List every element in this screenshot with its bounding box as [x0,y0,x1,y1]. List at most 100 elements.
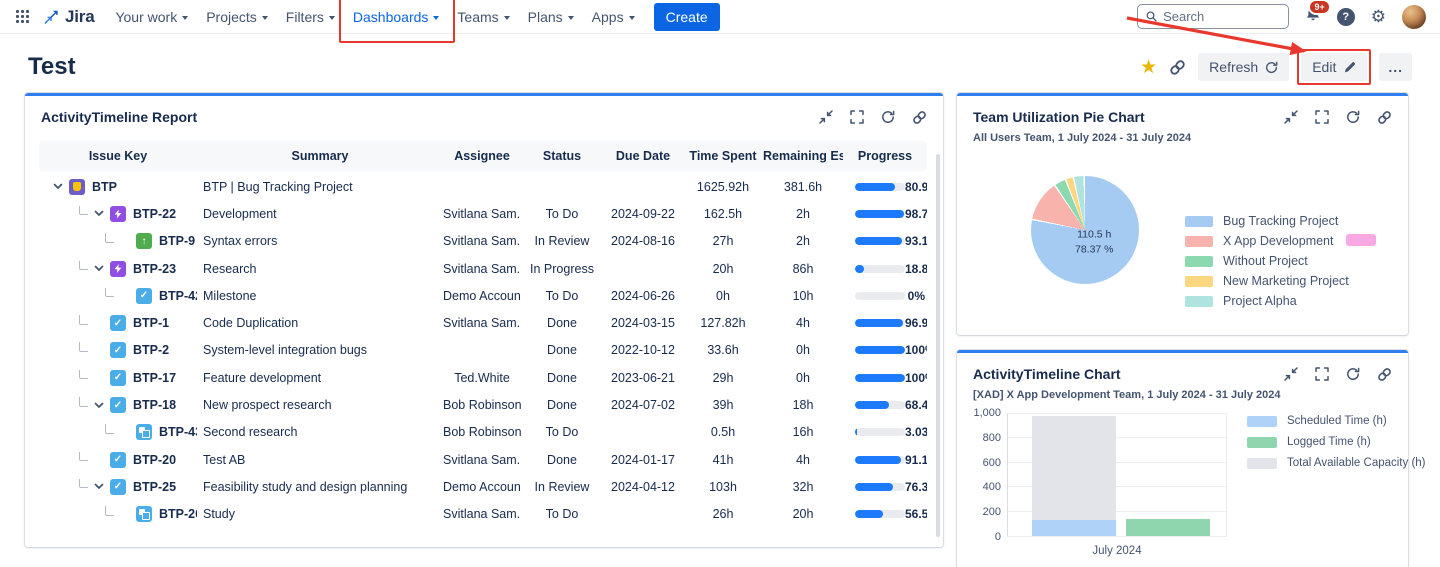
column-header-issue-key[interactable]: Issue Key [39,149,197,163]
legend-swatch [1185,296,1213,307]
issue-key[interactable]: BTP-23 [133,262,176,276]
chevron-down-icon[interactable] [94,483,104,490]
column-header-progress[interactable]: Progress [843,149,927,163]
table-row[interactable]: ✓ BTP-1 Code Duplication Svitlana Sam...… [39,309,927,336]
table-row[interactable]: BTP BTP | Bug Tracking Project 1625.92h … [39,173,927,200]
legend-item[interactable]: New Marketing Project [1185,274,1349,288]
refresh-icon[interactable] [881,110,895,124]
column-header-status[interactable]: Status [521,149,603,163]
fullscreen-icon[interactable] [1315,110,1329,124]
link-icon[interactable] [1377,367,1392,382]
issue-key[interactable]: BTP-25 [133,480,176,494]
scheduled-bar[interactable] [1032,520,1116,536]
column-header-due-date[interactable]: Due Date [603,149,683,163]
link-icon[interactable] [1377,110,1392,125]
issue-key[interactable]: BTP-9 [159,234,195,248]
column-header-assignee[interactable]: Assignee [443,149,521,163]
chevron-down-icon[interactable] [94,210,104,217]
column-header-summary[interactable]: Summary [197,149,443,163]
legend-item[interactable]: Total Available Capacity (h) [1247,457,1426,469]
edit-button[interactable]: Edit [1301,53,1367,81]
collapse-icon[interactable] [1284,110,1298,124]
issue-key[interactable]: BTP-1 [133,316,169,330]
chevron-down-icon[interactable] [94,265,104,272]
legend-item[interactable]: Scheduled Time (h) [1247,415,1426,427]
issue-key[interactable]: BTP-17 [133,371,176,385]
issue-key[interactable]: BTP [92,180,117,194]
chevron-down-icon[interactable] [53,183,63,190]
table-row[interactable]: ✓ BTP-18 New prospect research Bob Robin… [39,391,927,418]
nav-item-plans[interactable]: Plans [519,2,583,32]
more-actions-button[interactable]: ... [1379,53,1412,81]
link-icon[interactable] [912,110,927,125]
column-header-time-spent[interactable]: Time Spent [683,149,763,163]
table-row[interactable]: BTP-26 Study Svitlana Sam... To Do 26h 2… [39,501,927,528]
utilization-pie-chart[interactable]: 110.5 h 78.37 % [1031,176,1139,284]
table-row[interactable]: BTP-23 Research Svitlana Sam... In Progr… [39,255,927,282]
table-row[interactable]: ✓ BTP-25 Feasibility study and design pl… [39,473,927,500]
help-button[interactable]: ? [1337,8,1355,26]
issue-key[interactable]: BTP-43 [159,425,197,439]
progress-bar [855,319,905,327]
issue-key[interactable]: BTP-20 [133,453,176,467]
issue-key[interactable]: BTP-22 [133,207,176,221]
column-header-remaining-es-[interactable]: Remaining Es... [763,149,843,163]
logged-bar[interactable] [1126,519,1210,536]
legend-item[interactable]: Project Alpha [1185,294,1349,308]
table-row[interactable]: ✓ BTP-20 Test AB Svitlana Sam... Done 20… [39,446,927,473]
chevron-down-icon [329,16,335,20]
table-row[interactable]: ✓ BTP-42 Milestone Demo Account To Do 20… [39,282,927,309]
refresh-icon[interactable] [1346,110,1360,124]
refresh-button-label: Refresh [1209,59,1258,75]
pencil-icon [1343,61,1356,74]
refresh-icon[interactable] [1346,367,1360,381]
table-scrollbar[interactable] [936,154,940,537]
create-button[interactable]: Create [654,3,720,31]
search-box[interactable] [1137,4,1289,29]
bar-chart[interactable]: 02004006008001,000 July 2024 [965,409,1233,545]
issue-time-spent: 1625.92h [683,180,763,194]
table-row[interactable]: ✓ BTP-17 Feature development Ted.White D… [39,364,927,391]
issue-summary: Test AB [197,453,443,467]
search-input[interactable] [1163,9,1280,24]
legend-item[interactable]: X App Development [1185,234,1349,248]
issue-key[interactable]: BTP-2 [133,343,169,357]
table-row[interactable]: ✓ BTP-2 System-level integration bugs Do… [39,337,927,364]
issue-status: Done [521,453,603,467]
issue-key[interactable]: BTP-26 [159,507,197,521]
nav-item-dashboards[interactable]: Dashboards [344,2,449,32]
table-row[interactable]: ↑ BTP-9 Syntax errors Svitlana Sam... In… [39,228,927,255]
legend-item[interactable]: Without Project [1185,254,1349,268]
user-avatar[interactable] [1402,5,1426,29]
notifications-button[interactable]: 9+ [1305,6,1321,27]
subtask-icon [136,506,152,522]
capacity-bar[interactable] [1032,416,1116,536]
refresh-icon [1265,61,1278,74]
collapse-icon[interactable] [819,110,833,124]
issue-key[interactable]: BTP-18 [133,398,176,412]
nav-item-your-work[interactable]: Your work [106,2,197,32]
nav-item-filters[interactable]: Filters [277,2,344,32]
legend-item[interactable]: Logged Time (h) [1247,436,1426,448]
bar-gadget-subtitle: [XAD] X App Development Team, 1 July 202… [957,384,1408,401]
fullscreen-icon[interactable] [850,110,864,124]
y-axis-tick: 600 [965,457,1001,469]
issue-assignee: Svitlana Sam... [443,507,521,521]
favorite-star-icon[interactable]: ★ [1140,58,1157,77]
legend-item[interactable]: Bug Tracking Project [1185,214,1349,228]
fullscreen-icon[interactable] [1315,367,1329,381]
nav-item-apps[interactable]: Apps [583,2,644,32]
nav-item-teams[interactable]: Teams [448,2,518,32]
nav-item-projects[interactable]: Projects [197,2,277,32]
issue-key[interactable]: BTP-42 [159,289,197,303]
jira-logo[interactable]: ↗↗ Jira [41,7,104,27]
table-row[interactable]: BTP-43 Second research Bob Robinson To D… [39,419,927,446]
chevron-down-icon[interactable] [94,402,104,409]
settings-gear-icon[interactable]: ⚙ [1371,8,1386,25]
progress-value: 56.52% [905,507,927,521]
table-row[interactable]: BTP-22 Development Svitlana Sam... To Do… [39,200,927,227]
app-switcher-icon[interactable] [10,4,35,29]
refresh-button[interactable]: Refresh [1198,53,1289,81]
share-link-icon[interactable] [1169,59,1186,76]
collapse-icon[interactable] [1284,367,1298,381]
